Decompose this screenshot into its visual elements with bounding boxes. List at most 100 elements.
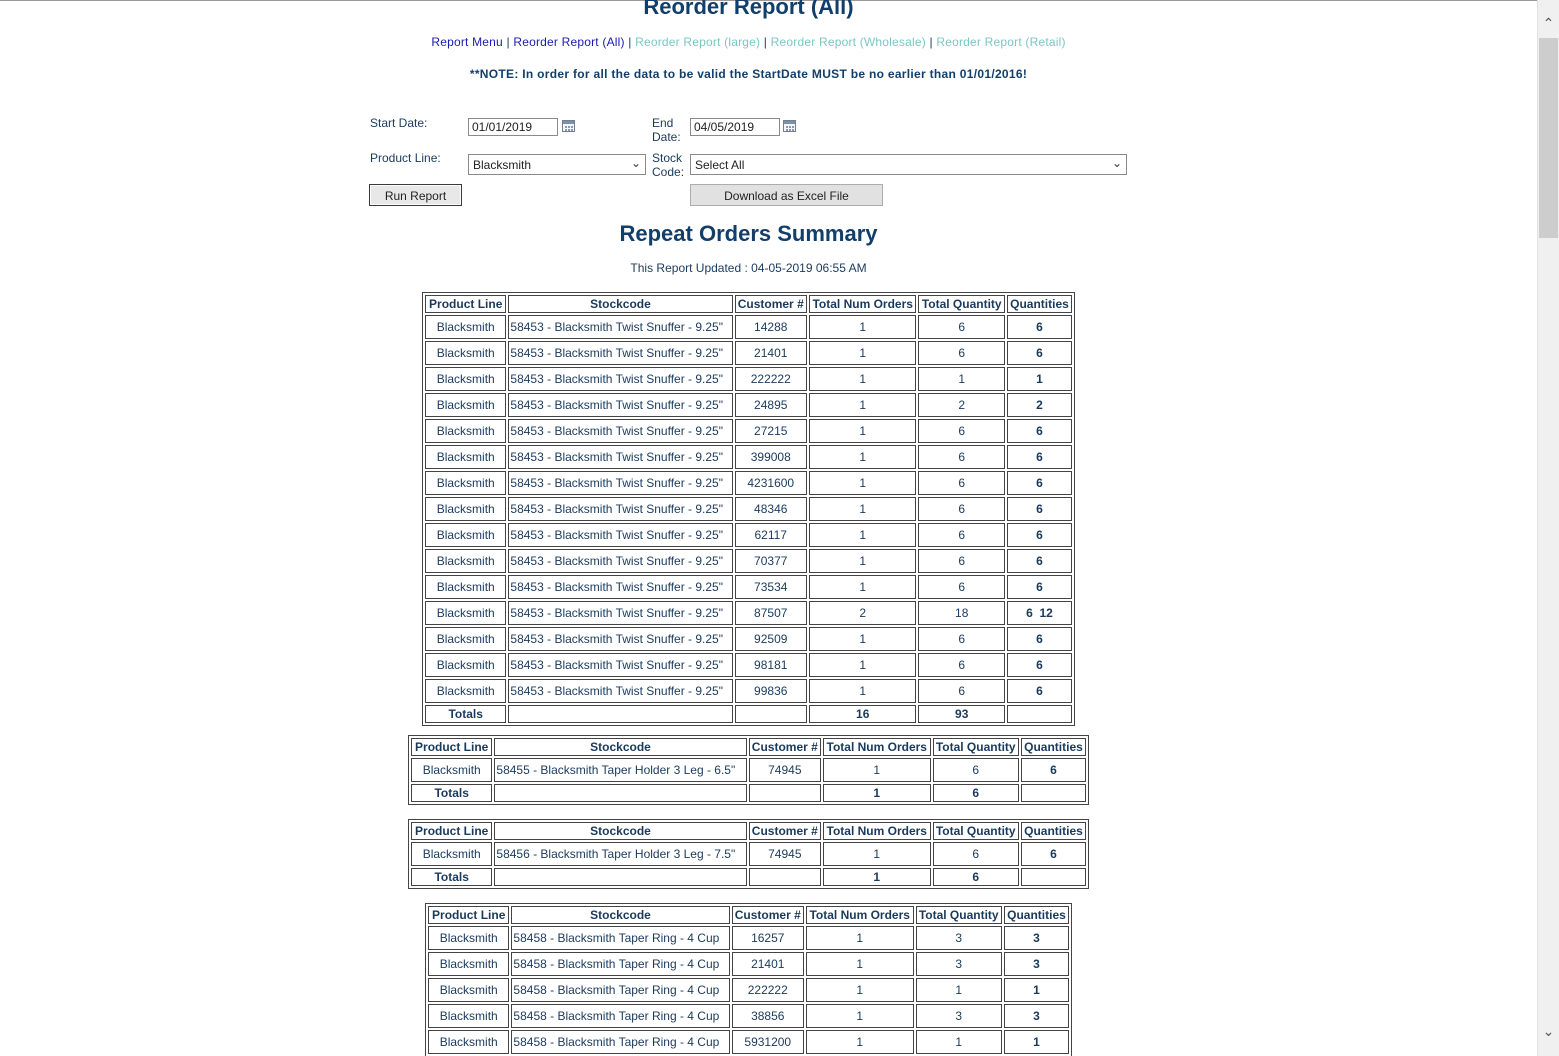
stockcode-cell: 58453 - Blacksmith Twist Snuffer - 9.25" [508, 341, 733, 365]
report-page: Reorder Report (All) Report Menu | Reord… [0, 0, 1537, 1056]
num-orders-cell: 1 [805, 1004, 914, 1028]
table-row: Blacksmith 58455 - Blacksmith Taper Holde… [411, 758, 1086, 782]
product-line-cell: Blacksmith [425, 679, 507, 703]
product-line-cell: Blacksmith [425, 341, 507, 365]
product-line-select[interactable]: Blacksmith ⌄ [468, 154, 646, 175]
num-orders-cell: 1 [805, 952, 914, 976]
table-header-row: Product Line Stockcode Customer # Total … [425, 295, 1072, 313]
total-quantity-cell: 6 [918, 679, 1005, 703]
column-header: Customer # [748, 738, 821, 756]
total-quantity-cell: 6 [932, 758, 1019, 782]
total-quantity-cell: 3 [915, 1004, 1002, 1028]
date-validity-note: **NOTE: In order for all the data to be … [469, 67, 1028, 81]
table-row: Blacksmith 58453 - Blacksmith Twist Snuff… [425, 419, 1072, 443]
column-header: Product Line [411, 738, 493, 756]
num-orders-cell: 1 [808, 627, 917, 651]
vertical-scrollbar[interactable]: ⌃ ⌄ [1537, 0, 1559, 1056]
product-line-cell: Blacksmith [425, 523, 507, 547]
totals-label: Totals [411, 868, 493, 886]
quantities-cell: 3 [1003, 926, 1069, 950]
quantities-cell: 6 [1006, 341, 1072, 365]
total-quantity-cell: 6 [918, 471, 1005, 495]
scroll-up-arrow-icon[interactable]: ⌃ [1538, 12, 1559, 34]
total-quantity-cell: 18 [918, 601, 1005, 625]
customer-cell: 87507 [734, 601, 807, 625]
calendar-icon[interactable] [783, 120, 796, 132]
table-header-row: Product Line Stockcode Customer # Total … [428, 906, 1069, 924]
num-orders-cell: 1 [808, 393, 917, 417]
repeat-orders-table: Product Line Stockcode Customer # Total … [408, 735, 1089, 805]
column-header: Stockcode [511, 906, 730, 924]
customer-cell: 222222 [731, 978, 804, 1002]
product-line-cell: Blacksmith [428, 978, 510, 1002]
column-header: Total Quantity [932, 738, 1019, 756]
num-orders-cell: 1 [808, 315, 917, 339]
download-excel-button[interactable]: Download as Excel File [690, 184, 883, 206]
start-date-input[interactable] [468, 118, 558, 136]
total-quantity-cell: 3 [915, 952, 1002, 976]
stockcode-cell: 58453 - Blacksmith Twist Snuffer - 9.25" [508, 367, 733, 391]
stockcode-cell: 58453 - Blacksmith Twist Snuffer - 9.25" [508, 393, 733, 417]
product-line-cell: Blacksmith [428, 1004, 510, 1028]
column-header: Total Num Orders [823, 822, 931, 840]
stockcode-cell: 58458 - Blacksmith Taper Ring - 4 Cup [511, 1030, 730, 1054]
quantities-cell: 6 [1006, 419, 1072, 443]
column-header: Product Line [425, 295, 507, 313]
product-line-cell: Blacksmith [425, 419, 507, 443]
repeat-orders-table: Product Line Stockcode Customer # Total … [422, 292, 1075, 726]
stockcode-cell: 58458 - Blacksmith Taper Ring - 4 Cup [511, 926, 730, 950]
product-line-cell: Blacksmith [425, 393, 507, 417]
end-date-input[interactable] [690, 118, 780, 136]
quantities-cell: 6 12 [1006, 601, 1072, 625]
num-orders-cell: 1 [808, 523, 917, 547]
table-header-row: Product Line Stockcode Customer # Total … [411, 738, 1086, 756]
customer-cell: 62117 [734, 523, 807, 547]
num-orders-cell: 1 [808, 445, 917, 469]
num-orders-cell: 1 [808, 419, 917, 443]
stock-code-label: Stock Code: [652, 151, 684, 179]
stockcode-cell: 58453 - Blacksmith Twist Snuffer - 9.25" [508, 549, 733, 573]
total-quantity-cell: 6 [918, 497, 1005, 521]
total-orders-value: 1 [823, 784, 931, 802]
stockcode-cell: 58453 - Blacksmith Twist Snuffer - 9.25" [508, 497, 733, 521]
quantities-cell: 6 [1006, 471, 1072, 495]
nav-separator: | [506, 35, 510, 49]
customer-cell: 38856 [731, 1004, 804, 1028]
nav-link-reorder-wholesale[interactable]: Reorder Report (Wholesale) [771, 35, 926, 49]
column-header: Stockcode [494, 822, 747, 840]
quantities-cell: 6 [1006, 575, 1072, 599]
customer-cell: 73534 [734, 575, 807, 599]
customer-cell: 222222 [734, 367, 807, 391]
customer-cell: 21401 [731, 952, 804, 976]
column-header: Stockcode [508, 295, 733, 313]
run-report-button[interactable]: Run Report [369, 184, 462, 206]
product-line-selected-value: Blacksmith [473, 158, 532, 172]
stockcode-cell: 58453 - Blacksmith Twist Snuffer - 9.25" [508, 601, 733, 625]
nav-separator: | [628, 35, 632, 49]
quantities-cell: 1 [1003, 1030, 1069, 1054]
column-header: Customer # [731, 906, 804, 924]
customer-cell: 74945 [748, 758, 821, 782]
scroll-down-arrow-icon[interactable]: ⌄ [1538, 1020, 1559, 1042]
total-quantity-cell: 6 [918, 419, 1005, 443]
num-orders-cell: 1 [808, 497, 917, 521]
nav-link-reorder-retail[interactable]: Reorder Report (Retail) [936, 35, 1065, 49]
stockcode-cell: 58458 - Blacksmith Taper Ring - 4 Cup [511, 1004, 730, 1028]
nav-link-report-menu[interactable]: Report Menu [431, 35, 503, 49]
column-header: Customer # [748, 822, 821, 840]
num-orders-cell: 1 [808, 549, 917, 573]
stock-code-select[interactable]: Select All ⌄ [690, 154, 1127, 175]
table-row: Blacksmith 58453 - Blacksmith Twist Snuff… [425, 549, 1072, 573]
scrollbar-thumb[interactable] [1539, 38, 1558, 238]
nav-link-reorder-large[interactable]: Reorder Report (large) [635, 35, 760, 49]
quantities-cell: 3 [1003, 1004, 1069, 1028]
column-header: Quantities [1020, 822, 1086, 840]
total-quantity-cell: 6 [918, 575, 1005, 599]
nav-link-reorder-all[interactable]: Reorder Report (All) [513, 35, 624, 49]
product-line-cell: Blacksmith [425, 653, 507, 677]
product-line-cell: Blacksmith [428, 1030, 510, 1054]
table-row: Blacksmith 58453 - Blacksmith Twist Snuff… [425, 445, 1072, 469]
calendar-icon[interactable] [562, 120, 575, 132]
total-quantity-cell: 1 [915, 978, 1002, 1002]
product-line-cell: Blacksmith [425, 497, 507, 521]
